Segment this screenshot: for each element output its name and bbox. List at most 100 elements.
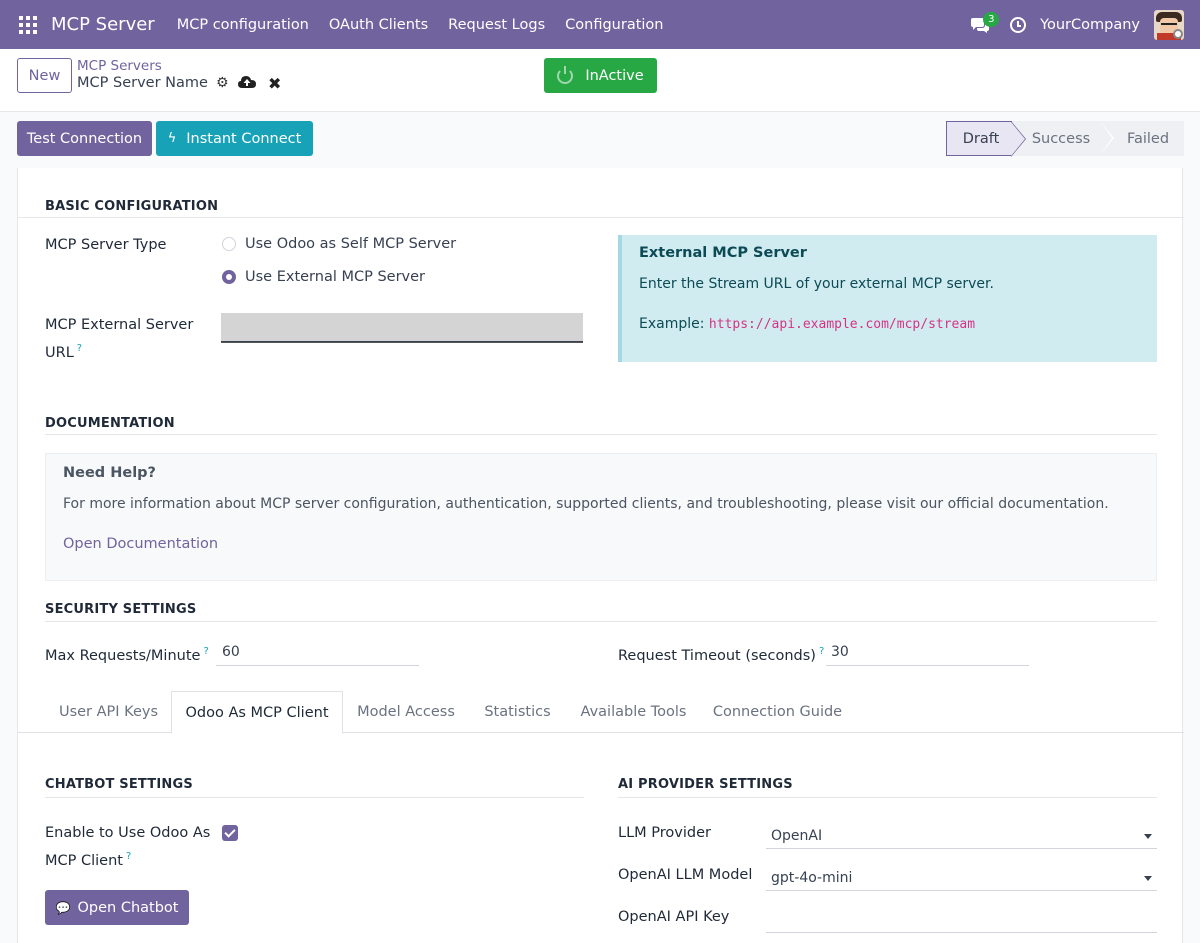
info-example: Example: https://api.example.com/mcp/str…	[639, 316, 975, 332]
gear-icon[interactable]: ⚙	[216, 75, 229, 91]
external-url-underline	[221, 341, 583, 342]
documentation-title: DOCUMENTATION	[45, 416, 175, 431]
max-requests-label-text: Max Requests/Minute	[45, 647, 201, 664]
external-url-label-line2: URL	[45, 344, 74, 361]
chatbot-settings-title: CHATBOT SETTINGS	[45, 777, 193, 792]
main-menu: MCP configuration OAuth Clients Request …	[167, 17, 674, 33]
radio-external-mcp[interactable]: Use External MCP Server	[222, 269, 425, 285]
external-url-input[interactable]	[221, 313, 583, 343]
llm-model-select[interactable]: gpt-4o-mini	[766, 867, 1157, 891]
radio-indicator	[222, 237, 236, 251]
status-draft[interactable]: Draft	[946, 121, 1026, 157]
info-text: Enter the Stream URL of your external MC…	[639, 276, 994, 292]
info-example-url: https://api.example.com/mcp/stream	[708, 317, 976, 332]
section-divider	[18, 217, 1184, 218]
api-key-input[interactable]	[766, 909, 1157, 933]
info-example-label: Example:	[639, 316, 705, 332]
discard-icon[interactable]: ✖	[268, 74, 281, 93]
server-type-label: MCP Server Type	[45, 237, 167, 253]
enable-mcp-client-label: Enable to Use Odoo As MCP Client?	[45, 822, 210, 873]
menu-oauth-clients[interactable]: OAuth Clients	[329, 17, 428, 33]
section-divider	[45, 434, 1157, 435]
tab-user-api-keys[interactable]: User API Keys	[45, 691, 172, 733]
help-icon[interactable]: ?	[77, 343, 82, 354]
status-chevron-fill	[1011, 122, 1025, 156]
info-title: External MCP Server	[639, 245, 807, 261]
breadcrumb-current: MCP Server Name ⚙	[77, 75, 229, 91]
message-count-badge: 3	[983, 11, 1000, 27]
form-sheet: BASIC CONFIGURATION MCP Server Type Use …	[17, 168, 1184, 943]
tab-model-access[interactable]: Model Access	[344, 691, 468, 733]
llm-provider-select[interactable]: OpenAI	[766, 825, 1157, 849]
menu-mcp-configuration[interactable]: MCP configuration	[177, 17, 309, 33]
security-settings-title: SECURITY SETTINGS	[45, 602, 197, 617]
llm-provider-label: LLM Provider	[618, 825, 711, 841]
llm-provider-value: OpenAI	[771, 828, 823, 844]
open-documentation-link[interactable]: Open Documentation	[63, 536, 218, 552]
test-connection-button[interactable]: Test Connection	[17, 121, 152, 156]
toggle-active-label: InActive	[585, 67, 644, 84]
llm-model-label: OpenAI LLM Model	[618, 867, 753, 883]
new-button[interactable]: New	[17, 58, 72, 93]
form-action-bar: Test Connection ϟ Instant Connect Draft …	[0, 112, 1200, 168]
apps-grid-icon[interactable]	[19, 15, 37, 34]
record-name: MCP Server Name	[77, 75, 208, 91]
documentation-box: Need Help? For more information about MC…	[45, 453, 1157, 581]
status-bar: Draft Success Failed	[946, 121, 1184, 157]
enable-mcp-client-checkbox[interactable]	[222, 825, 238, 841]
radio-external-mcp-label: Use External MCP Server	[245, 269, 426, 285]
radio-self-mcp-label: Use Odoo as Self MCP Server	[245, 236, 457, 252]
status-chevron-fill	[1100, 121, 1112, 155]
messages-button[interactable]: 3	[968, 10, 1000, 40]
menu-configuration[interactable]: Configuration	[565, 17, 663, 33]
help-icon[interactable]: ?	[203, 646, 208, 657]
radio-self-mcp[interactable]: Use Odoo as Self MCP Server	[222, 236, 456, 252]
notebook-tabs: User API Keys Odoo As MCP Client Model A…	[18, 691, 1184, 734]
max-requests-input[interactable]: 60	[222, 644, 240, 660]
tab-connection-guide[interactable]: Connection Guide	[700, 691, 855, 733]
timeout-label-text: Request Timeout (seconds)	[618, 647, 816, 664]
clock-icon[interactable]	[1010, 16, 1027, 33]
control-panel: New MCP Servers MCP Server Name ⚙ ✖ InAc…	[0, 49, 1200, 112]
chevron-down-icon	[1144, 876, 1152, 881]
top-navbar: MCP Server MCP configuration OAuth Clien…	[0, 0, 1200, 49]
radio-indicator-selected	[222, 270, 236, 284]
comments-icon: 💬	[55, 900, 71, 915]
timeout-input[interactable]: 30	[831, 644, 849, 660]
section-divider	[45, 797, 584, 798]
cloud-upload-icon[interactable]	[238, 75, 256, 89]
toggle-active-button[interactable]: InActive	[544, 58, 657, 93]
need-help-title: Need Help?	[63, 465, 156, 481]
chevron-down-icon	[1144, 834, 1152, 839]
section-divider	[618, 797, 1157, 798]
external-url-label: MCP External Server URL?	[45, 314, 193, 365]
power-icon	[557, 65, 574, 84]
max-requests-underline	[216, 665, 419, 666]
instant-connect-button[interactable]: ϟ Instant Connect	[156, 121, 313, 156]
enable-mcp-client-label-line2: MCP Client	[45, 852, 123, 869]
open-chatbot-label: Open Chatbot	[77, 899, 179, 916]
bolt-icon: ϟ	[167, 131, 177, 146]
max-requests-label: Max Requests/Minute?	[45, 640, 209, 668]
company-switcher[interactable]: YourCompany	[1040, 17, 1140, 33]
api-key-label: OpenAI API Key	[618, 909, 730, 925]
tab-available-tools[interactable]: Available Tools	[567, 691, 700, 733]
menu-request-logs[interactable]: Request Logs	[448, 17, 545, 33]
enable-mcp-client-label-line1: Enable to Use Odoo As	[45, 825, 211, 841]
status-failed-label: Failed	[1126, 130, 1170, 147]
help-icon[interactable]: ?	[819, 646, 824, 657]
help-icon[interactable]: ?	[126, 851, 131, 862]
section-divider	[45, 621, 1157, 622]
user-avatar[interactable]	[1154, 9, 1184, 40]
app-brand[interactable]: MCP Server	[51, 14, 155, 35]
timeout-label: Request Timeout (seconds)?	[618, 640, 824, 668]
open-chatbot-button[interactable]: 💬 Open Chatbot	[45, 890, 189, 925]
status-success-label: Success	[1031, 130, 1091, 147]
external-server-info-box: External MCP Server Enter the Stream URL…	[618, 235, 1157, 362]
breadcrumb-parent[interactable]: MCP Servers	[77, 58, 162, 74]
tab-odoo-as-mcp-client[interactable]: Odoo As MCP Client	[171, 691, 343, 734]
navbar-systray: 3 YourCompany	[968, 0, 1200, 49]
status-draft-label: Draft	[962, 130, 1000, 147]
tab-statistics[interactable]: Statistics	[468, 691, 567, 733]
timeout-underline	[826, 665, 1029, 666]
